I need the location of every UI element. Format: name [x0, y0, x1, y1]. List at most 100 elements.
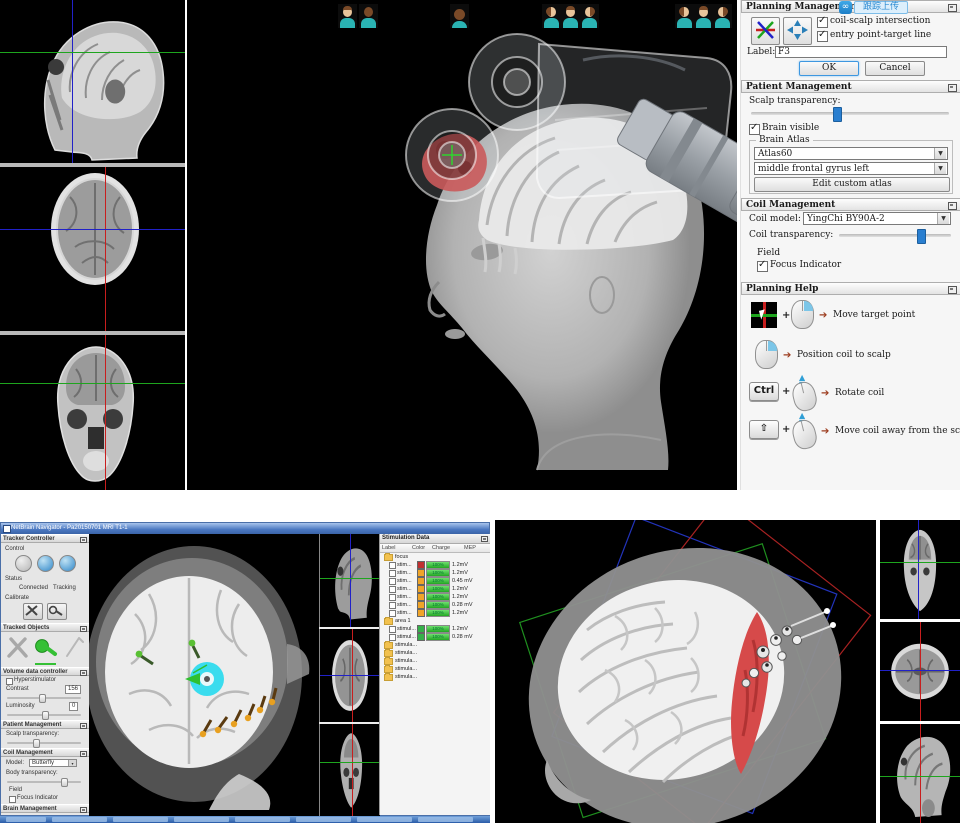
upload-icon[interactable]: ∞ [839, 1, 852, 14]
windows-taskbar[interactable] [0, 816, 490, 823]
coil-model-dropdown[interactable]: YingChi BY90A-2 ▼ [803, 212, 951, 225]
row-checkbox[interactable] [389, 610, 396, 617]
row-checkbox[interactable] [389, 578, 396, 585]
col-label[interactable]: Label [380, 544, 412, 552]
pin-icon[interactable] [80, 626, 87, 632]
view-left-button[interactable] [542, 4, 561, 28]
taskbar-button[interactable] [235, 817, 290, 822]
tracker-camera-button[interactable] [59, 555, 76, 572]
table-row[interactable]: stimul...100%1.2mV [380, 625, 490, 633]
table-row[interactable]: stim...100%1.2mV [380, 561, 490, 569]
view-back-button[interactable] [359, 4, 378, 28]
coil-scalp-intersection-checkbox[interactable]: ✓ [817, 17, 828, 28]
volume-controller-header[interactable]: Volume data controller [1, 667, 89, 676]
taskbar-button[interactable] [418, 817, 473, 822]
coil-management-small-header[interactable]: Coil Management [1, 748, 89, 757]
scalp-transparency-small-slider[interactable] [7, 742, 81, 744]
tracked-objects-header[interactable]: Tracked Objects [1, 623, 89, 632]
table-row[interactable]: stim...100%1.2mV [380, 609, 490, 617]
folder-row[interactable]: stimula... [380, 657, 490, 665]
slice-coronal-view[interactable] [0, 335, 185, 490]
focus-indicator-checkbox[interactable]: ✓ [757, 261, 768, 272]
stimulation-data-title[interactable]: Stimulation Data [380, 534, 490, 544]
folder-row[interactable]: stimula... [380, 665, 490, 673]
col-mep[interactable]: MEP [464, 544, 484, 552]
view-top-button[interactable] [450, 4, 469, 28]
edit-custom-atlas-button[interactable]: Edit custom atlas [754, 177, 950, 192]
atlas-dropdown[interactable]: Atlas60 ▼ [754, 147, 948, 160]
cancel-button[interactable]: Cancel [865, 61, 925, 76]
tracker-info-button[interactable] [37, 555, 54, 572]
focus-indicator-small-checkbox[interactable] [9, 796, 16, 803]
row-checkbox[interactable] [389, 626, 396, 633]
taskbar-button[interactable] [113, 817, 168, 822]
slider-thumb[interactable] [917, 229, 926, 244]
patient-management-header[interactable]: Patient Management [741, 80, 960, 93]
group-row[interactable]: focus [380, 553, 490, 561]
tracking-upload-button[interactable]: 跟踪上传 [854, 1, 908, 14]
tool-pointer[interactable] [5, 634, 30, 662]
gyrus-dropdown[interactable]: middle frontal gyrus left ▼ [754, 162, 948, 175]
review-3d-view[interactable] [495, 520, 876, 823]
table-row[interactable]: stim...100%1.2mV [380, 593, 490, 601]
col-charge[interactable]: Charge [432, 544, 464, 552]
row-checkbox[interactable] [389, 602, 396, 609]
calibrate-pointer-button[interactable] [23, 603, 43, 620]
slice-sagittal-view[interactable] [0, 0, 185, 163]
brain-visible-checkbox[interactable]: ✓ [749, 124, 760, 135]
luminosity-slider[interactable] [7, 714, 81, 716]
navigator-3d-view[interactable] [89, 534, 319, 817]
coil-management-header[interactable]: Coil Management [741, 198, 960, 211]
view-front2-button[interactable] [561, 4, 580, 28]
row-checkbox[interactable] [389, 562, 396, 569]
navigator-slice-axial[interactable] [319, 629, 380, 722]
pin-icon[interactable] [80, 537, 87, 543]
planning-help-header[interactable]: Planning Help [741, 282, 960, 295]
row-checkbox[interactable] [389, 634, 396, 641]
coil-model-small-dropdown[interactable]: Butterfly▾ [29, 759, 77, 767]
body-transparency-slider[interactable] [7, 781, 81, 783]
pin-icon[interactable] [481, 536, 488, 542]
move-tool-button[interactable] [783, 17, 812, 45]
tracker-controller-header[interactable]: Tracker Controller [1, 534, 89, 543]
folder-row[interactable]: stimula... [380, 649, 490, 657]
luminosity-value[interactable]: 0 [69, 702, 78, 711]
row-checkbox[interactable] [389, 586, 396, 593]
main-3d-view[interactable] [187, 0, 737, 490]
tracker-power-button[interactable] [15, 555, 32, 572]
coil-transparency-slider[interactable] [839, 234, 951, 237]
col-color[interactable]: Color [412, 544, 432, 552]
table-row[interactable]: stimul...100%0.28 mV [380, 633, 490, 641]
taskbar-button[interactable] [296, 817, 351, 822]
slider-thumb[interactable] [833, 107, 842, 122]
table-row[interactable]: stim...100%1.2mV [380, 569, 490, 577]
calibrate-coil-button[interactable] [47, 603, 67, 620]
tool-coil-selected[interactable] [33, 634, 58, 662]
navigator-slice-coronal[interactable] [319, 724, 380, 817]
slice-axial-view[interactable] [0, 167, 185, 331]
review-slice-sagittal[interactable] [880, 724, 960, 823]
label-input[interactable]: F3 [775, 46, 947, 58]
pin-icon[interactable] [80, 807, 87, 813]
dock-pin-icon[interactable] [948, 84, 957, 92]
table-row[interactable]: stim...100%1.2mV [380, 585, 490, 593]
view-oblique-left-button[interactable] [675, 4, 694, 28]
tool-probe[interactable] [61, 634, 86, 662]
taskbar-button[interactable] [6, 817, 46, 822]
hyperstimulator-checkbox[interactable] [6, 678, 13, 685]
dock-pin-icon[interactable] [948, 202, 957, 210]
view-right-button[interactable] [580, 4, 599, 28]
table-row[interactable]: stim...100%0.28 mV [380, 601, 490, 609]
view-front-button[interactable] [338, 4, 357, 28]
contrast-value[interactable]: 156 [65, 685, 81, 694]
dock-pin-icon[interactable] [948, 4, 957, 12]
window-titlebar[interactable]: NetBrain Navigator - Pa20150701 MRI T1-1 [1, 523, 489, 534]
entry-point-line-checkbox[interactable]: ✓ [817, 31, 828, 42]
axes-tool-button[interactable] [751, 17, 780, 45]
review-slice-axial[interactable] [880, 622, 960, 721]
patient-management-small-header[interactable]: Patient Management [1, 720, 89, 729]
scalp-transparency-slider[interactable] [751, 112, 949, 115]
taskbar-button[interactable] [52, 817, 107, 822]
pin-icon[interactable] [80, 751, 87, 757]
dock-pin-icon[interactable] [948, 286, 957, 294]
